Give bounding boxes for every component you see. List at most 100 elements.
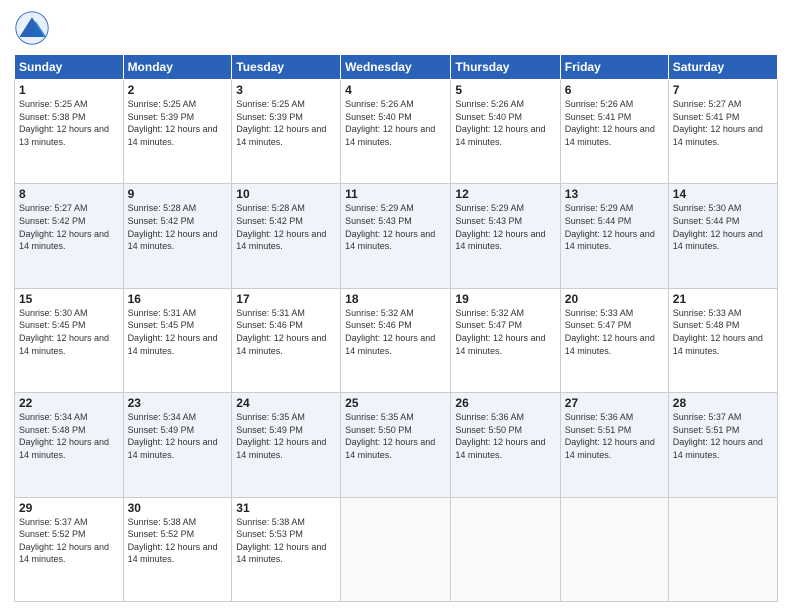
day-info: Sunrise: 5:35 AMSunset: 5:50 PMDaylight:… <box>345 411 446 461</box>
daylight-text: Daylight: 12 hours and 14 minutes. <box>673 332 773 357</box>
day-info: Sunrise: 5:38 AMSunset: 5:52 PMDaylight:… <box>128 516 228 566</box>
sunset-text: Sunset: 5:39 PM <box>128 111 228 124</box>
sunset-text: Sunset: 5:44 PM <box>673 215 773 228</box>
sunset-text: Sunset: 5:50 PM <box>455 424 555 437</box>
day-info: Sunrise: 5:33 AMSunset: 5:48 PMDaylight:… <box>673 307 773 357</box>
daylight-text: Daylight: 12 hours and 14 minutes. <box>128 436 228 461</box>
sunrise-text: Sunrise: 5:38 AM <box>236 516 336 529</box>
day-info: Sunrise: 5:26 AMSunset: 5:41 PMDaylight:… <box>565 98 664 148</box>
day-cell-31: 31Sunrise: 5:38 AMSunset: 5:53 PMDayligh… <box>232 497 341 601</box>
week-row-3: 15Sunrise: 5:30 AMSunset: 5:45 PMDayligh… <box>15 288 778 392</box>
day-number: 29 <box>19 501 119 515</box>
day-cell-4: 4Sunrise: 5:26 AMSunset: 5:40 PMDaylight… <box>341 80 451 184</box>
sunset-text: Sunset: 5:42 PM <box>19 215 119 228</box>
day-cell-3: 3Sunrise: 5:25 AMSunset: 5:39 PMDaylight… <box>232 80 341 184</box>
sunrise-text: Sunrise: 5:34 AM <box>19 411 119 424</box>
sunset-text: Sunset: 5:45 PM <box>19 319 119 332</box>
daylight-text: Daylight: 12 hours and 14 minutes. <box>565 123 664 148</box>
sunrise-text: Sunrise: 5:37 AM <box>673 411 773 424</box>
day-info: Sunrise: 5:29 AMSunset: 5:44 PMDaylight:… <box>565 202 664 252</box>
day-cell-9: 9Sunrise: 5:28 AMSunset: 5:42 PMDaylight… <box>123 184 232 288</box>
daylight-text: Daylight: 12 hours and 14 minutes. <box>19 436 119 461</box>
day-number: 16 <box>128 292 228 306</box>
sunset-text: Sunset: 5:42 PM <box>128 215 228 228</box>
day-cell-11: 11Sunrise: 5:29 AMSunset: 5:43 PMDayligh… <box>341 184 451 288</box>
day-number: 12 <box>455 187 555 201</box>
day-cell-30: 30Sunrise: 5:38 AMSunset: 5:52 PMDayligh… <box>123 497 232 601</box>
day-number: 18 <box>345 292 446 306</box>
week-row-2: 8Sunrise: 5:27 AMSunset: 5:42 PMDaylight… <box>15 184 778 288</box>
sunrise-text: Sunrise: 5:38 AM <box>128 516 228 529</box>
day-number: 9 <box>128 187 228 201</box>
day-info: Sunrise: 5:25 AMSunset: 5:38 PMDaylight:… <box>19 98 119 148</box>
daylight-text: Daylight: 12 hours and 14 minutes. <box>236 541 336 566</box>
sunrise-text: Sunrise: 5:30 AM <box>19 307 119 320</box>
calendar-table: SundayMondayTuesdayWednesdayThursdayFrid… <box>14 54 778 602</box>
sunrise-text: Sunrise: 5:36 AM <box>565 411 664 424</box>
sunrise-text: Sunrise: 5:29 AM <box>345 202 446 215</box>
day-cell-7: 7Sunrise: 5:27 AMSunset: 5:41 PMDaylight… <box>668 80 777 184</box>
sunrise-text: Sunrise: 5:29 AM <box>455 202 555 215</box>
daylight-text: Daylight: 12 hours and 14 minutes. <box>673 228 773 253</box>
sunrise-text: Sunrise: 5:31 AM <box>128 307 228 320</box>
day-number: 24 <box>236 396 336 410</box>
day-number: 11 <box>345 187 446 201</box>
day-info: Sunrise: 5:27 AMSunset: 5:42 PMDaylight:… <box>19 202 119 252</box>
daylight-text: Daylight: 12 hours and 13 minutes. <box>19 123 119 148</box>
day-cell-21: 21Sunrise: 5:33 AMSunset: 5:48 PMDayligh… <box>668 288 777 392</box>
day-info: Sunrise: 5:27 AMSunset: 5:41 PMDaylight:… <box>673 98 773 148</box>
daylight-text: Daylight: 12 hours and 14 minutes. <box>128 228 228 253</box>
day-cell-8: 8Sunrise: 5:27 AMSunset: 5:42 PMDaylight… <box>15 184 124 288</box>
sunset-text: Sunset: 5:40 PM <box>345 111 446 124</box>
sunset-text: Sunset: 5:38 PM <box>19 111 119 124</box>
sunrise-text: Sunrise: 5:37 AM <box>19 516 119 529</box>
day-info: Sunrise: 5:26 AMSunset: 5:40 PMDaylight:… <box>455 98 555 148</box>
sunrise-text: Sunrise: 5:26 AM <box>565 98 664 111</box>
day-info: Sunrise: 5:32 AMSunset: 5:46 PMDaylight:… <box>345 307 446 357</box>
day-number: 22 <box>19 396 119 410</box>
weekday-header-row: SundayMondayTuesdayWednesdayThursdayFrid… <box>15 55 778 80</box>
day-cell-6: 6Sunrise: 5:26 AMSunset: 5:41 PMDaylight… <box>560 80 668 184</box>
daylight-text: Daylight: 12 hours and 14 minutes. <box>455 123 555 148</box>
sunrise-text: Sunrise: 5:27 AM <box>19 202 119 215</box>
day-number: 5 <box>455 83 555 97</box>
sunrise-text: Sunrise: 5:25 AM <box>128 98 228 111</box>
header <box>14 10 778 46</box>
sunset-text: Sunset: 5:43 PM <box>345 215 446 228</box>
day-info: Sunrise: 5:30 AMSunset: 5:45 PMDaylight:… <box>19 307 119 357</box>
day-info: Sunrise: 5:34 AMSunset: 5:49 PMDaylight:… <box>128 411 228 461</box>
day-info: Sunrise: 5:28 AMSunset: 5:42 PMDaylight:… <box>236 202 336 252</box>
weekday-header-thursday: Thursday <box>451 55 560 80</box>
day-info: Sunrise: 5:36 AMSunset: 5:51 PMDaylight:… <box>565 411 664 461</box>
sunrise-text: Sunrise: 5:28 AM <box>128 202 228 215</box>
sunrise-text: Sunrise: 5:33 AM <box>565 307 664 320</box>
sunset-text: Sunset: 5:39 PM <box>236 111 336 124</box>
sunrise-text: Sunrise: 5:34 AM <box>128 411 228 424</box>
day-cell-26: 26Sunrise: 5:36 AMSunset: 5:50 PMDayligh… <box>451 393 560 497</box>
daylight-text: Daylight: 12 hours and 14 minutes. <box>673 436 773 461</box>
day-number: 3 <box>236 83 336 97</box>
sunset-text: Sunset: 5:46 PM <box>236 319 336 332</box>
sunrise-text: Sunrise: 5:29 AM <box>565 202 664 215</box>
day-info: Sunrise: 5:31 AMSunset: 5:45 PMDaylight:… <box>128 307 228 357</box>
day-cell-1: 1Sunrise: 5:25 AMSunset: 5:38 PMDaylight… <box>15 80 124 184</box>
sunset-text: Sunset: 5:52 PM <box>19 528 119 541</box>
sunset-text: Sunset: 5:53 PM <box>236 528 336 541</box>
day-number: 10 <box>236 187 336 201</box>
day-number: 15 <box>19 292 119 306</box>
day-info: Sunrise: 5:28 AMSunset: 5:42 PMDaylight:… <box>128 202 228 252</box>
day-number: 25 <box>345 396 446 410</box>
daylight-text: Daylight: 12 hours and 14 minutes. <box>19 228 119 253</box>
empty-cell <box>341 497 451 601</box>
day-number: 31 <box>236 501 336 515</box>
sunrise-text: Sunrise: 5:28 AM <box>236 202 336 215</box>
weekday-header-wednesday: Wednesday <box>341 55 451 80</box>
empty-cell <box>451 497 560 601</box>
sunset-text: Sunset: 5:49 PM <box>128 424 228 437</box>
daylight-text: Daylight: 12 hours and 14 minutes. <box>236 332 336 357</box>
empty-cell <box>560 497 668 601</box>
sunset-text: Sunset: 5:41 PM <box>673 111 773 124</box>
logo-icon <box>14 10 50 46</box>
day-info: Sunrise: 5:34 AMSunset: 5:48 PMDaylight:… <box>19 411 119 461</box>
day-cell-15: 15Sunrise: 5:30 AMSunset: 5:45 PMDayligh… <box>15 288 124 392</box>
